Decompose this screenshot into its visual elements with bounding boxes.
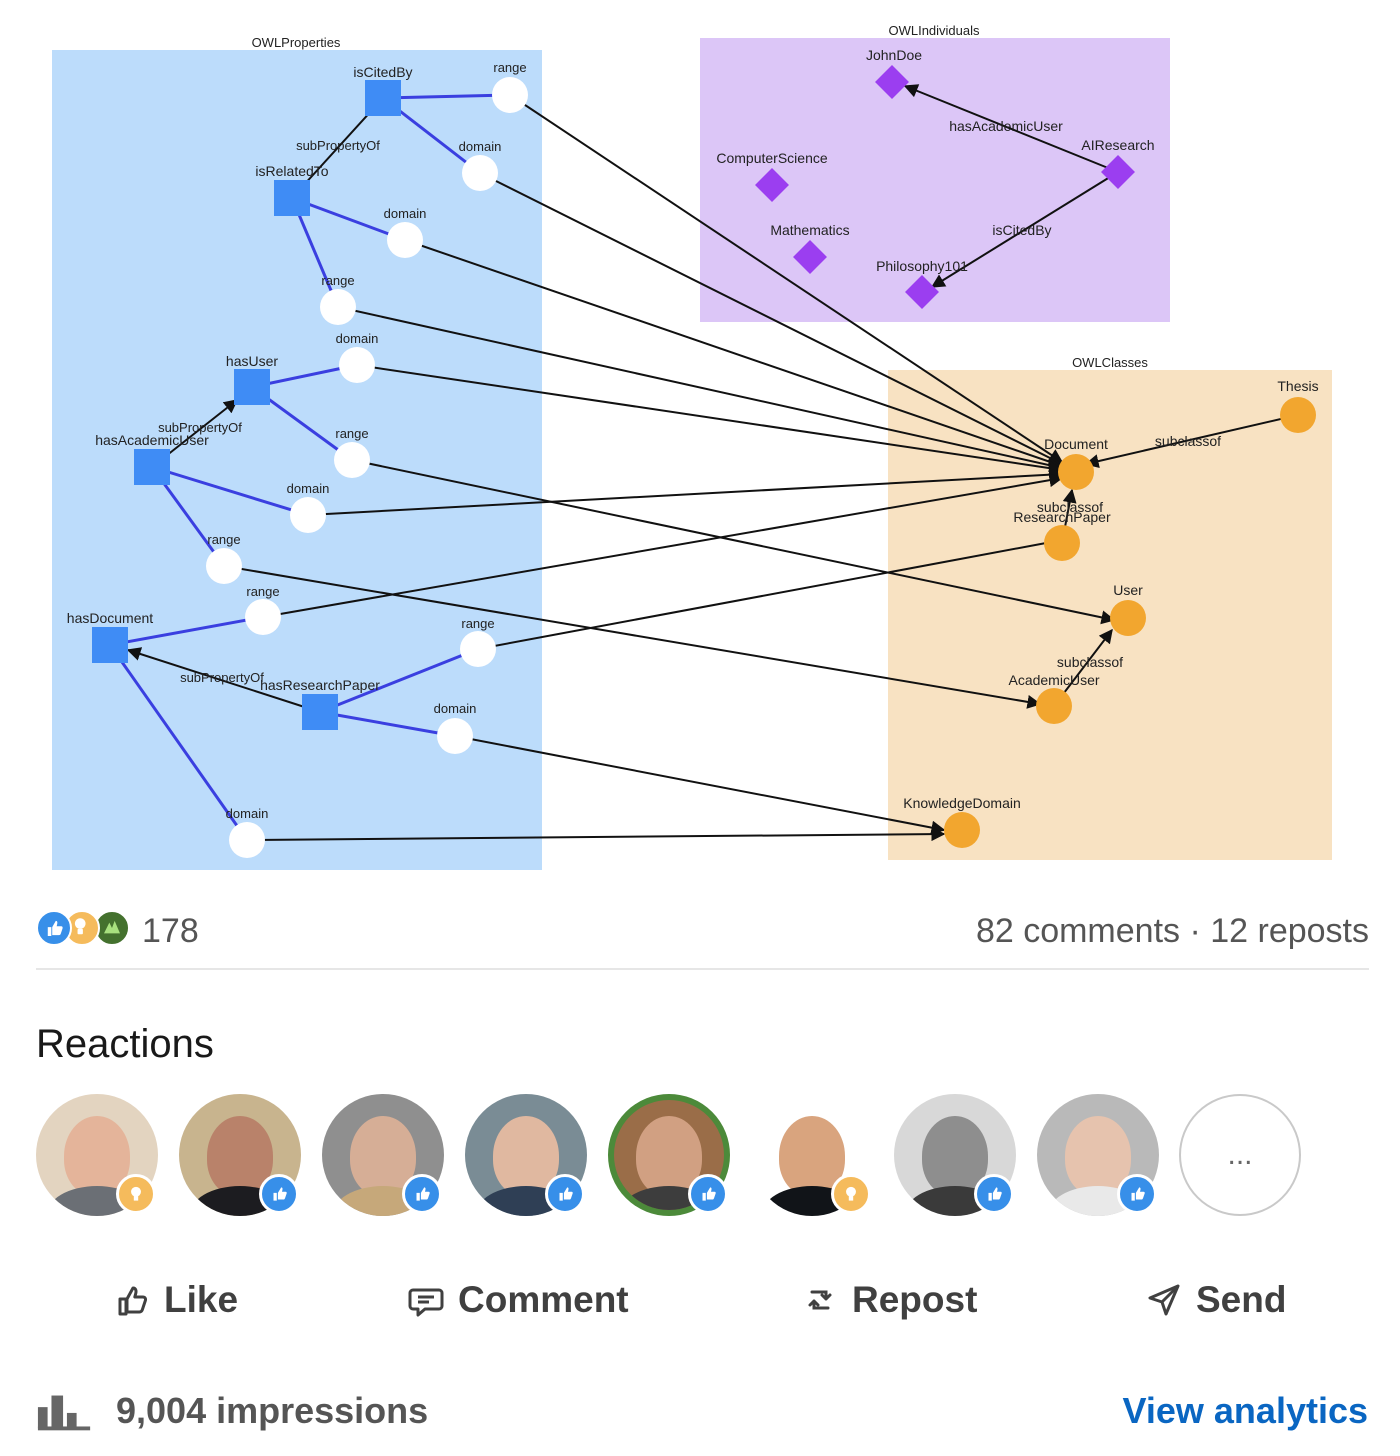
endpoint-label: domain xyxy=(336,331,379,346)
group-title-individuals: OWLIndividuals xyxy=(888,23,980,38)
label-AIResearch: AIResearch xyxy=(1081,137,1154,153)
label-ComputerScience: ComputerScience xyxy=(716,150,827,166)
group-title-classes: OWLClasses xyxy=(1072,355,1148,370)
like-badge-icon xyxy=(688,1174,728,1214)
node-Thesis xyxy=(1280,397,1316,433)
endpoint-label: domain xyxy=(226,806,269,821)
reaction-icons[interactable] xyxy=(36,910,136,950)
label-hasUser: hasUser xyxy=(226,353,278,369)
endpoint-label: range xyxy=(321,273,354,288)
node-Document xyxy=(1058,454,1094,490)
node-ResearchPaper xyxy=(1044,525,1080,561)
label-hasDocument: hasDocument xyxy=(67,610,153,626)
endpoint-label: domain xyxy=(287,481,330,496)
endpoint-label: domain xyxy=(459,139,502,154)
divider xyxy=(36,968,1369,970)
label-User: User xyxy=(1113,582,1143,598)
node-isRelatedTo xyxy=(274,180,310,216)
label-subproperty-3: subPropertyOf xyxy=(180,670,264,685)
label-AcademicUser: AcademicUser xyxy=(1008,672,1099,688)
label-subclassof-2: subclassof xyxy=(1037,499,1103,515)
label-KnowledgeDomain: KnowledgeDomain xyxy=(903,795,1021,811)
send-icon xyxy=(1148,1284,1180,1316)
endpoint-label: range xyxy=(335,426,368,441)
view-analytics-link[interactable]: View analytics xyxy=(1123,1390,1368,1432)
more-label: ... xyxy=(1227,1138,1253,1171)
like-badge-icon xyxy=(545,1174,585,1214)
insightful-badge-icon xyxy=(831,1174,871,1214)
social-counts-bar: 178 82 comments · 12 reposts xyxy=(36,900,1369,960)
node-KnowledgeDomain xyxy=(944,812,980,848)
label-subclassof-3: subclassof xyxy=(1057,654,1123,670)
comment-label: Comment xyxy=(458,1279,629,1320)
reactions-heading: Reactions xyxy=(36,1022,214,1066)
repost-label: Repost xyxy=(852,1279,978,1320)
group-title-properties: OWLProperties xyxy=(252,35,341,50)
node-AcademicUser xyxy=(1036,688,1072,724)
endpoint-label: domain xyxy=(384,206,427,221)
reaction-count[interactable]: 178 xyxy=(142,912,199,951)
repost-button[interactable]: Repost xyxy=(800,1270,977,1330)
endpoint-label: domain xyxy=(434,701,477,716)
endpoint-label: range xyxy=(493,60,526,75)
like-icon xyxy=(36,910,72,946)
like-button[interactable]: Like xyxy=(112,1270,238,1330)
node-hasDocument xyxy=(92,627,128,663)
node-hasResearchPaper xyxy=(302,694,338,730)
like-outline-icon xyxy=(118,1286,148,1316)
label-hasResearchPaper: hasResearchPaper xyxy=(260,677,380,693)
label-Thesis: Thesis xyxy=(1277,378,1318,394)
label-subproperty-2: subPropertyOf xyxy=(158,420,242,435)
label-isCitedBy: isCitedBy xyxy=(353,64,412,80)
label-Philosophy101: Philosophy101 xyxy=(876,258,968,274)
node-hasUser xyxy=(234,369,270,405)
insightful-badge-icon xyxy=(116,1174,156,1214)
like-badge-icon xyxy=(974,1174,1014,1214)
bar-chart-icon xyxy=(37,1395,91,1431)
send-button[interactable]: Send xyxy=(1144,1270,1286,1330)
node-User xyxy=(1110,600,1146,636)
comment-icon xyxy=(408,1288,444,1317)
post-actions: Like Comment Repost Send xyxy=(0,1270,1400,1330)
repost-icon xyxy=(808,1290,832,1310)
endpoint-label: range xyxy=(246,584,279,599)
label-hasAcademicUser-edge: hasAcademicUser xyxy=(949,118,1063,134)
impressions-count: 9,004 impressions xyxy=(116,1390,429,1431)
label-isCitedBy-edge: isCitedBy xyxy=(992,222,1051,238)
like-badge-icon xyxy=(1117,1174,1157,1214)
comments-reposts-count[interactable]: 82 comments · 12 reposts xyxy=(976,912,1369,951)
endpoint-label: range xyxy=(207,532,240,547)
label-isRelatedTo: isRelatedTo xyxy=(255,163,328,179)
like-badge-icon xyxy=(402,1174,442,1214)
node-hasAcademicUser xyxy=(134,449,170,485)
send-label: Send xyxy=(1196,1279,1287,1320)
label-JohnDoe: JohnDoe xyxy=(866,47,922,63)
reactor-avatars: ... xyxy=(36,1094,1336,1218)
label-Mathematics: Mathematics xyxy=(770,222,849,238)
like-label: Like xyxy=(164,1279,239,1320)
ontology-diagram: OWLProperties OWLIndividuals OWLClasses xyxy=(52,23,1332,870)
label-subproperty-1: subPropertyOf xyxy=(296,138,380,153)
like-badge-icon xyxy=(259,1174,299,1214)
impressions: 9,004 impressions xyxy=(36,1386,428,1436)
endpoint-label: range xyxy=(461,616,494,631)
label-Document: Document xyxy=(1044,436,1108,452)
node-isCitedBy xyxy=(365,80,401,116)
more-reactions-button[interactable]: ... xyxy=(1179,1094,1301,1216)
label-subclassof-1: subclassof xyxy=(1155,433,1221,449)
comment-button[interactable]: Comment xyxy=(406,1270,629,1330)
